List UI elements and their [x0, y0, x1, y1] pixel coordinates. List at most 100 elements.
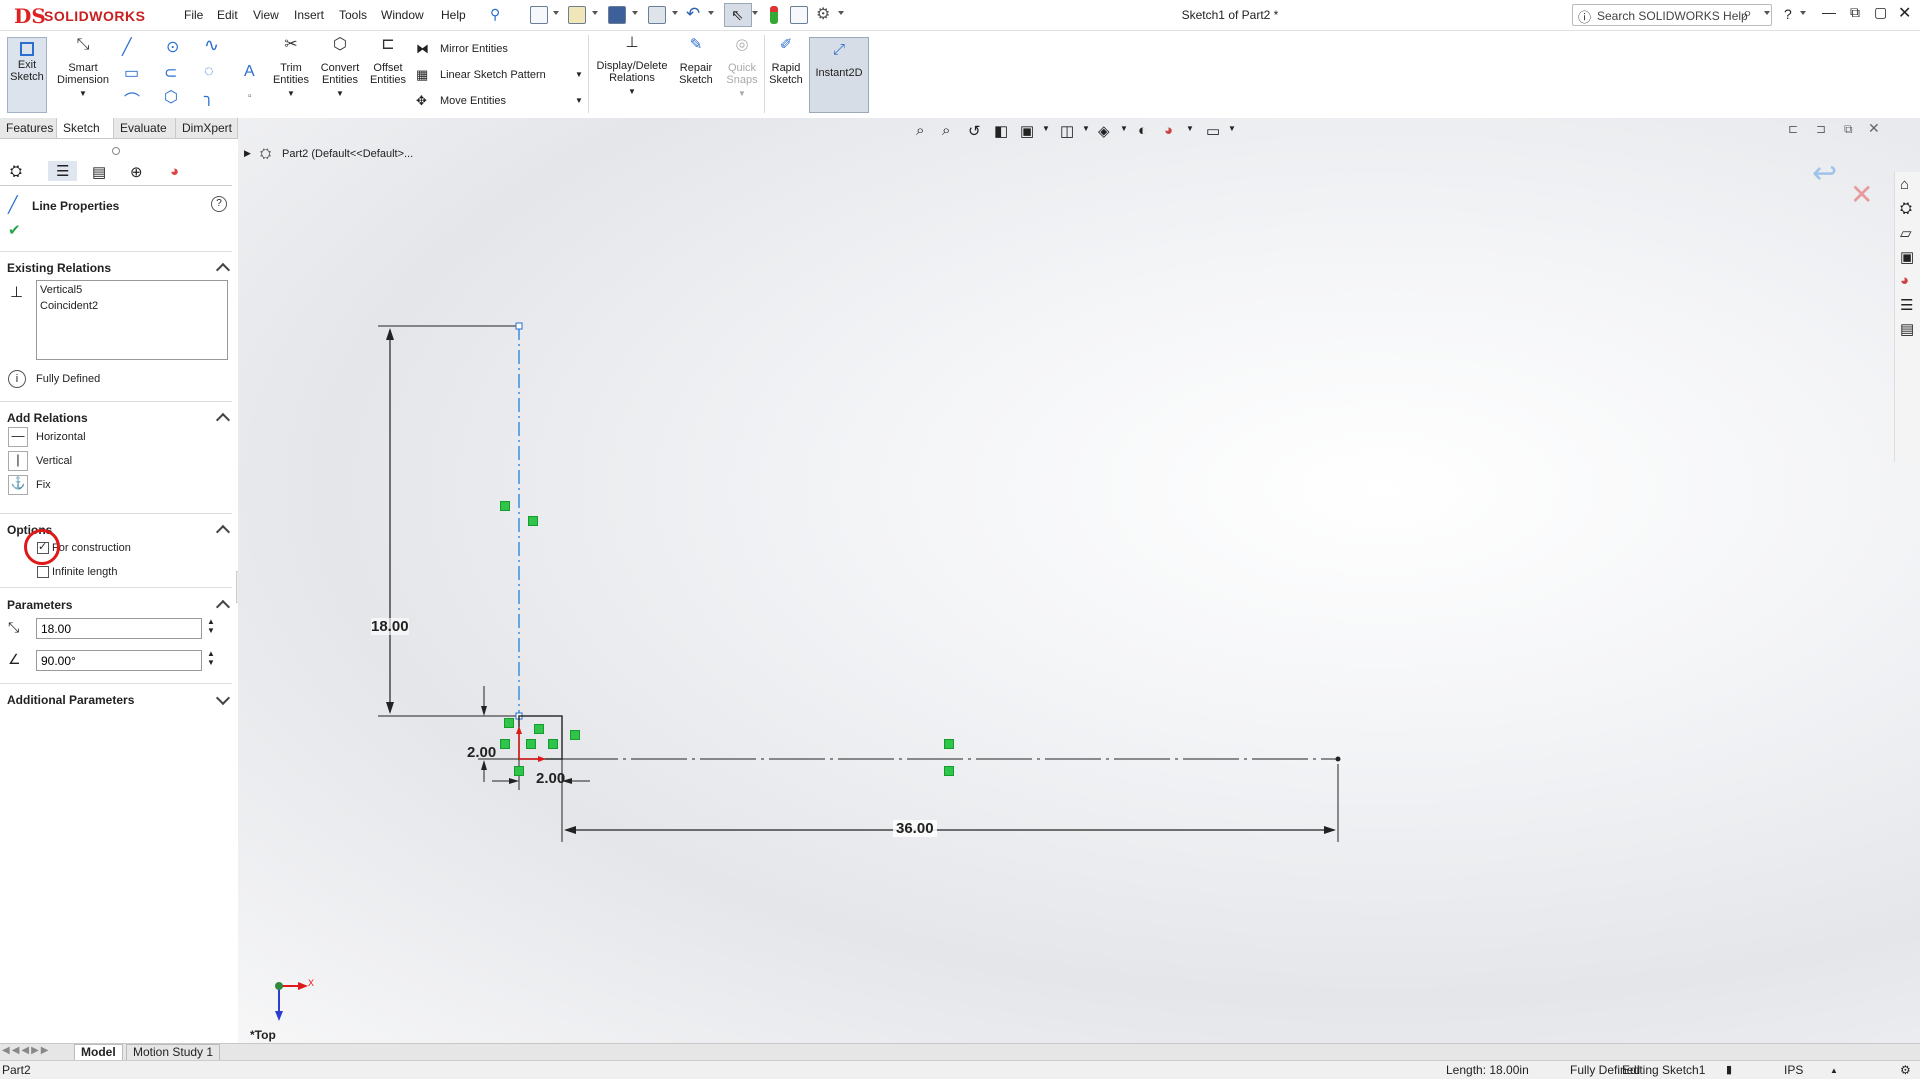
- new-dropdown-icon[interactable]: [553, 11, 559, 15]
- for-construction-label[interactable]: For construction: [52, 542, 131, 554]
- file-properties-icon[interactable]: [790, 6, 808, 24]
- mirror-entities-button[interactable]: Mirror Entities: [440, 43, 508, 55]
- undo-icon[interactable]: ↶: [686, 4, 700, 24]
- rectangle-tool-icon[interactable]: ▭: [124, 63, 139, 83]
- options-gear-icon[interactable]: ⚙: [816, 4, 830, 24]
- convert-entities-button[interactable]: ⬡ Convert Entities ▼: [316, 37, 364, 100]
- print-icon[interactable]: [648, 6, 666, 24]
- display-delete-relations-button[interactable]: ⊥ Display/Delete Relations ▼: [594, 35, 670, 98]
- maximize-icon[interactable]: ▢: [1874, 4, 1887, 21]
- linear-sketch-pattern-button[interactable]: Linear Sketch Pattern: [440, 69, 546, 81]
- ellipse-tool-icon[interactable]: ◌: [204, 63, 214, 81]
- fillet-tool-icon[interactable]: ╮: [204, 87, 214, 107]
- move-dropdown-icon[interactable]: ▼: [575, 96, 583, 105]
- additional-parameters-header[interactable]: Additional Parameters: [7, 693, 134, 707]
- trim-entities-button[interactable]: ✂ Trim Entities ▼: [272, 37, 310, 100]
- dimension-18[interactable]: 18.00: [371, 618, 409, 635]
- collapse-icon[interactable]: [215, 412, 231, 428]
- smart-dimension-dropdown-icon[interactable]: ▼: [52, 88, 114, 100]
- coincident-relation-icon[interactable]: [500, 739, 510, 749]
- horizontal-relation-glyph-icon[interactable]: [944, 766, 954, 776]
- save-dropdown-icon[interactable]: [632, 11, 638, 15]
- repair-sketch-button[interactable]: ✎ Repair Sketch: [674, 37, 718, 86]
- units-dropdown-icon[interactable]: ▲: [1830, 1066, 1838, 1075]
- move-entities-button[interactable]: Move Entities: [440, 95, 506, 107]
- menu-window[interactable]: Window: [381, 8, 424, 22]
- search-input[interactable]: Search SOLIDWORKS Help: [1597, 9, 1748, 23]
- parameters-header[interactable]: Parameters: [7, 598, 72, 612]
- list-item[interactable]: Coincident2: [40, 300, 98, 312]
- collapse-icon[interactable]: [215, 524, 231, 540]
- help-icon[interactable]: ?: [211, 196, 227, 212]
- dimension-2-horizontal[interactable]: 2.00: [536, 770, 565, 787]
- existing-relations-header[interactable]: Existing Relations: [7, 261, 111, 275]
- angle-input[interactable]: [36, 650, 202, 671]
- arc-tool-icon[interactable]: ⌒: [124, 87, 140, 111]
- pin-icon[interactable]: ⚲: [490, 6, 500, 23]
- existing-relations-list[interactable]: Vertical5 Coincident2: [36, 280, 228, 360]
- expand-icon[interactable]: [215, 690, 231, 706]
- ok-checkmark-icon[interactable]: ✔: [8, 221, 21, 239]
- vertical-relation-glyph-icon[interactable]: [570, 730, 580, 740]
- trim-dropdown-icon[interactable]: ▼: [272, 88, 310, 100]
- dimension-2-vertical[interactable]: 2.00: [467, 744, 496, 761]
- line-tool-icon[interactable]: ╱: [122, 37, 132, 57]
- collapse-icon[interactable]: [215, 262, 231, 278]
- options-dropdown-icon[interactable]: [838, 11, 844, 15]
- select-tool-button[interactable]: ⇖: [724, 3, 752, 27]
- infinite-length-checkbox[interactable]: [37, 566, 49, 578]
- relations-dropdown-icon[interactable]: ▼: [594, 86, 670, 98]
- length-input[interactable]: [36, 618, 202, 639]
- tab-dimxpert[interactable]: DimXpert: [176, 118, 238, 138]
- convert-dropdown-icon[interactable]: ▼: [316, 88, 364, 100]
- tab-evaluate[interactable]: Evaluate: [114, 118, 176, 138]
- polygon-tool-icon[interactable]: ⬡: [164, 87, 178, 107]
- vertical-relation-glyph-icon[interactable]: [528, 516, 538, 526]
- print-dropdown-icon[interactable]: [672, 11, 678, 15]
- point-tool-icon[interactable]: ▫: [248, 91, 252, 102]
- menu-tools[interactable]: Tools: [339, 8, 367, 22]
- menu-help[interactable]: Help: [441, 8, 466, 22]
- help-dropdown-icon[interactable]: [1800, 11, 1806, 15]
- minimize-icon[interactable]: —: [1822, 4, 1836, 20]
- text-tool-icon[interactable]: A: [244, 63, 255, 81]
- tab-sketch[interactable]: Sketch: [57, 118, 114, 138]
- undo-dropdown-icon[interactable]: [708, 11, 714, 15]
- save-icon[interactable]: [608, 6, 626, 24]
- select-dropdown-icon[interactable]: [752, 11, 758, 15]
- sketch-square[interactable]: [518, 715, 563, 760]
- new-document-icon[interactable]: [530, 6, 548, 24]
- tab-features[interactable]: Features: [0, 118, 57, 138]
- vertical-relation-glyph-icon[interactable]: [504, 718, 514, 728]
- horizontal-relation-glyph-icon[interactable]: [548, 739, 558, 749]
- open-dropdown-icon[interactable]: [592, 11, 598, 15]
- angle-spin-icon[interactable]: ▲ ▼: [207, 649, 215, 667]
- fix-relation-icon[interactable]: ⚓: [8, 475, 28, 495]
- close-window-icon[interactable]: ✕: [1898, 3, 1911, 23]
- horizontal-relation-glyph-icon[interactable]: [534, 724, 544, 734]
- infinite-length-label[interactable]: Infinite length: [52, 566, 117, 578]
- feature-manager-icon[interactable]: ⛭: [10, 163, 22, 180]
- vertical-relation-button[interactable]: Vertical: [36, 455, 72, 467]
- solidworks-logo[interactable]: DS SOLIDWORKS: [0, 0, 156, 30]
- centerline-endpoint[interactable]: [1335, 756, 1341, 762]
- configuration-manager-icon[interactable]: ▤: [92, 163, 106, 181]
- dimxpert-manager-icon[interactable]: ⊕: [130, 163, 143, 181]
- circle-tool-icon[interactable]: ⊙: [166, 37, 179, 57]
- horizontal-relation-button[interactable]: Horizontal: [36, 431, 86, 443]
- exit-sketch-button[interactable]: Exit Sketch: [7, 37, 47, 113]
- snaps-dropdown-icon[interactable]: ▼: [722, 88, 762, 100]
- rebuild-icon[interactable]: [770, 6, 778, 24]
- midpoint-relation-icon[interactable]: [944, 739, 954, 749]
- menu-edit[interactable]: Edit: [217, 8, 238, 22]
- slot-tool-icon[interactable]: ⊂: [164, 63, 177, 83]
- search-icon[interactable]: ⌕: [1743, 5, 1752, 23]
- offset-entities-button[interactable]: ⊏ Offset Entities: [368, 37, 408, 87]
- horizontal-relation-icon[interactable]: —: [8, 427, 28, 447]
- menu-file[interactable]: File: [184, 8, 203, 22]
- add-relations-header[interactable]: Add Relations: [7, 411, 88, 425]
- panel-grip-icon[interactable]: [112, 147, 120, 155]
- rebuild-status-icon[interactable]: ▮: [1726, 1063, 1732, 1076]
- smart-dimension-button[interactable]: ⤡ Smart Dimension ▼: [52, 37, 114, 100]
- open-folder-icon[interactable]: [568, 6, 586, 24]
